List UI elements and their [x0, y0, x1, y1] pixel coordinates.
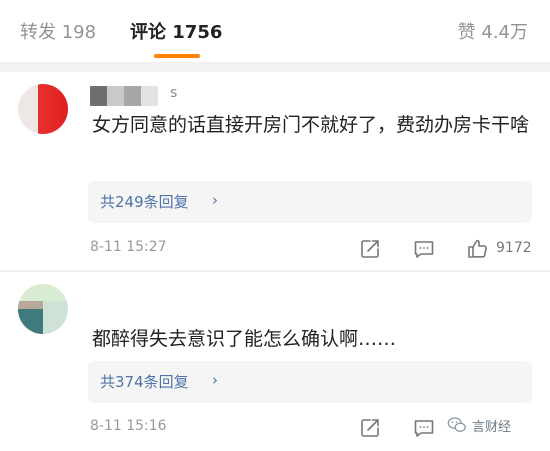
watermark: 言财经	[446, 414, 511, 436]
comment-icon[interactable]	[412, 416, 436, 440]
username-visible-part: s	[170, 85, 178, 101]
like-count: 9172	[496, 240, 532, 256]
chevron-right-icon: ›	[212, 191, 218, 209]
replies-link[interactable]: 共249条回复 ›	[88, 181, 532, 223]
chevron-right-icon: ›	[212, 371, 218, 389]
section-divider	[0, 62, 550, 72]
comment-text: 女方同意的话直接开房门不就好了，费劲办房卡干啥	[92, 114, 530, 136]
active-tab-indicator	[154, 54, 200, 58]
avatar[interactable]	[18, 284, 68, 334]
wechat-icon	[447, 417, 466, 432]
tab-repost[interactable]: 转发 198	[20, 20, 96, 46]
share-icon[interactable]	[358, 416, 382, 440]
tab-like[interactable]: 赞 4.4万	[458, 20, 528, 46]
avatar[interactable]	[18, 84, 68, 134]
watermark-text: 言财经	[472, 419, 512, 435]
thumbs-up-icon[interactable]	[466, 237, 490, 261]
replies-count-label: 共249条回复	[100, 193, 189, 211]
comment-icon[interactable]	[412, 237, 436, 261]
replies-link[interactable]: 共374条回复 ›	[88, 361, 532, 403]
tab-comment[interactable]: 评论 1756	[130, 20, 222, 46]
comment-item: s 女方同意的话直接开房门不就好了，费劲办房卡干啥 共249条回复 › 8-11…	[0, 72, 550, 270]
share-icon[interactable]	[358, 237, 382, 261]
username-blurred[interactable]	[90, 86, 160, 106]
replies-count-label: 共374条回复	[100, 373, 189, 391]
comment-timestamp: 8-11 15:16	[90, 418, 167, 434]
comment-meta: 8-11 15:27 9172	[0, 235, 550, 263]
comment-timestamp: 8-11 15:27	[90, 239, 167, 255]
comment-tabs: 转发 198 评论 1756 赞 4.4万	[0, 0, 550, 62]
comment-text: 都醉得失去意识了能怎么确认啊……	[92, 328, 397, 350]
